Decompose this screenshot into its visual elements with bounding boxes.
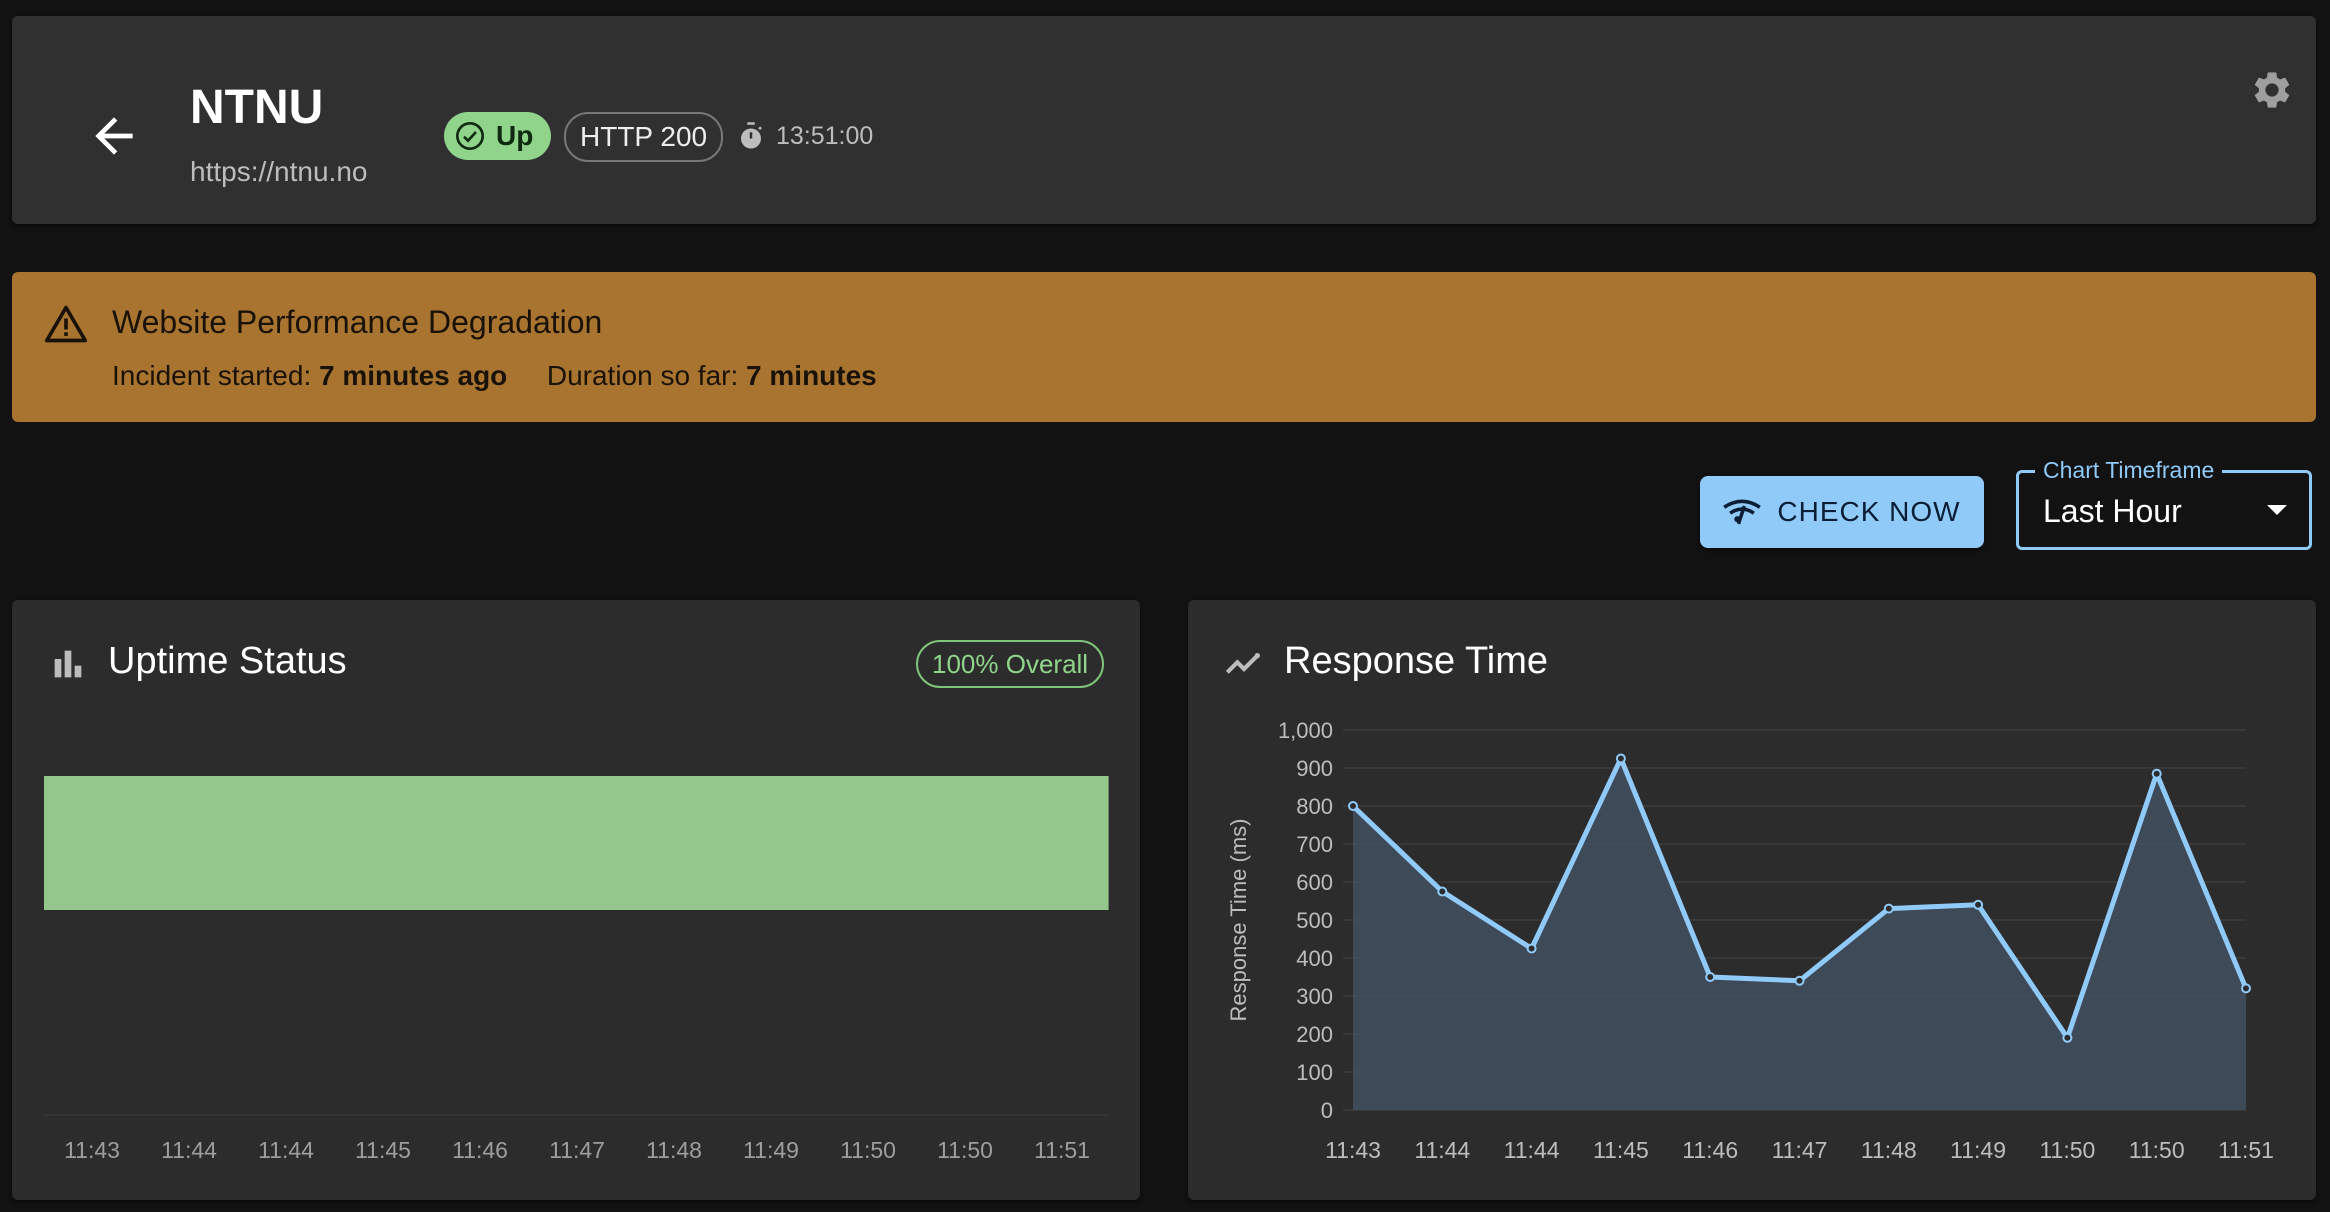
uptime-panel: Uptime Status 100% Overall 11:43 11:44 11:… [12, 600, 1140, 1200]
response-point [2151, 768, 2162, 779]
uptime-bar [914, 776, 1012, 910]
response-point [1615, 753, 1626, 764]
uptime-bar [817, 776, 916, 910]
incident-alert: Website Performance Degradation Incident… [12, 272, 2316, 422]
duration-value: 7 minutes [746, 360, 877, 391]
y-tick-label: 700 [1296, 832, 1333, 857]
uptime-x-tick-label: 11:44 [161, 1137, 217, 1163]
y-tick-label: 1,000 [1278, 718, 1333, 743]
response-point [1883, 903, 1894, 914]
alert-title: Website Performance Degradation [112, 304, 603, 340]
timeframe-value: Last Hour [2043, 493, 2182, 529]
timeframe-label: Chart Timeframe [2035, 457, 2223, 484]
arrow-back-icon [95, 117, 133, 155]
timer-value: 13:51:00 [776, 121, 874, 150]
uptime-bar [430, 776, 529, 910]
response-area [1353, 758, 2246, 1110]
incident-started-label: Incident started: [112, 360, 312, 391]
x-tick-label: 11:50 [2039, 1137, 2095, 1163]
warning-icon [44, 305, 88, 343]
stopwatch-icon [741, 122, 762, 149]
x-tick-label: 11:45 [1593, 1137, 1649, 1163]
check-circle-icon [456, 122, 484, 150]
incident-started-value: 7 minutes ago [319, 360, 508, 391]
http-status-badge: HTTP 200 [564, 112, 724, 162]
uptime-bar [334, 776, 432, 910]
back-button[interactable] [72, 94, 156, 178]
response-point [1973, 899, 1984, 910]
chart-timeframe-select[interactable]: Chart Timeframe Last Hour [2016, 457, 2312, 550]
x-tick-label: 11:46 [1682, 1137, 1738, 1163]
uptime-x-tick-label: 11:47 [549, 1137, 605, 1163]
response-panel: Response Time 0 100 200 300 400 500 600 700 800 9… [1188, 600, 2316, 1200]
network-check-icon [1723, 499, 1762, 525]
y-tick-label: 800 [1296, 794, 1333, 819]
response-point [2062, 1032, 2073, 1043]
uptime-x-tick-label: 11:50 [937, 1137, 993, 1163]
uptime-x-tick-label: 11:51 [1034, 1137, 1090, 1163]
uptime-chart: 11:43 11:44 11:44 11:45 11:46 11:47 11:48 11:49… [44, 776, 1109, 1163]
x-tick-label: 11:44 [1504, 1137, 1560, 1163]
response-point [1705, 972, 1716, 982]
response-time-chart: 0 100 200 300 400 500 600 700 800 900 1,000 Respons… [1226, 718, 2274, 1163]
x-tick-label: 11:50 [2129, 1137, 2185, 1163]
uptime-x-tick-label: 11:50 [840, 1137, 896, 1163]
check-now-label: CHECK NOW [1777, 496, 1961, 527]
y-tick-label: 100 [1296, 1060, 1333, 1085]
uptime-x-tick-label: 11:45 [355, 1137, 411, 1163]
uptime-x-tick-label: 11:43 [64, 1137, 120, 1163]
status-label: Up [496, 120, 534, 151]
uptime-bar [624, 776, 722, 910]
uptime-bar [527, 776, 625, 910]
x-tick-label: 11:44 [1414, 1137, 1470, 1163]
uptime-bar [1011, 776, 1109, 910]
y-tick-label: 900 [1296, 756, 1333, 781]
uptime-bar [140, 776, 239, 910]
response-point [1348, 801, 1358, 811]
y-tick-label: 400 [1296, 946, 1333, 971]
alert-detail: Incident started: 7 minutes ago Duration… [112, 360, 877, 392]
site-url: https://ntnu.no [190, 156, 368, 187]
uptime-bar [237, 776, 335, 910]
uptime-x-tick-label: 11:49 [743, 1137, 799, 1163]
monitor-header: NTNU https://ntnu.no Up HTTP 200 13:51:0… [12, 16, 2316, 224]
uptime-x-tick-label: 11:48 [646, 1137, 702, 1163]
x-tick-label: 11:47 [1772, 1137, 1828, 1163]
x-tick-label: 11:49 [1950, 1137, 2006, 1163]
response-point [1437, 886, 1448, 897]
check-now-button[interactable]: CHECK NOW [1700, 476, 1984, 548]
x-tick-label: 11:43 [1325, 1137, 1381, 1163]
x-tick-label: 11:51 [2218, 1137, 2274, 1163]
response-point [1526, 943, 1537, 954]
gear-icon [2254, 72, 2290, 108]
site-name: NTNU [190, 81, 324, 134]
duration-label: Duration so far: [546, 360, 739, 391]
y-axis-label: Response Time (ms) [1226, 819, 1251, 1022]
x-tick-label: 11:48 [1861, 1137, 1917, 1163]
uptime-x-tick-label: 11:44 [258, 1137, 314, 1163]
uptime-bar [721, 776, 819, 910]
uptime-bar [44, 776, 142, 910]
status-badge: Up [444, 112, 552, 160]
y-tick-label: 600 [1296, 870, 1333, 895]
y-tick-label: 0 [1321, 1098, 1333, 1123]
response-point [1794, 975, 1805, 986]
check-timer: 13:51:00 [736, 116, 873, 156]
y-tick-label: 500 [1296, 908, 1333, 933]
uptime-x-tick-label: 11:46 [452, 1137, 508, 1163]
y-tick-label: 200 [1296, 1022, 1333, 1047]
dropdown-caret-icon [2267, 505, 2287, 515]
settings-button[interactable] [2244, 62, 2300, 118]
response-point [2241, 983, 2251, 994]
y-tick-label: 300 [1296, 984, 1333, 1009]
